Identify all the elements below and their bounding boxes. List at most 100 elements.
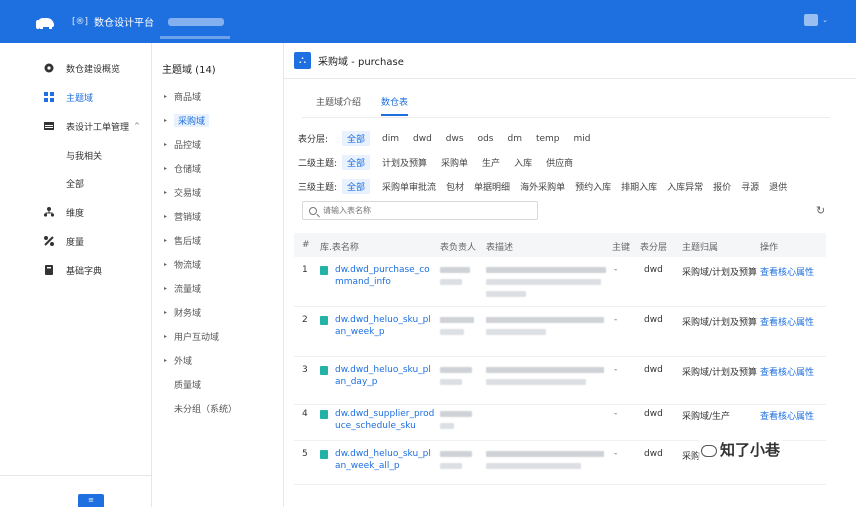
filter-option[interactable]: 全部 bbox=[342, 179, 371, 194]
table-row[interactable]: 3 dw.dwd_heluo_sku_plan_day_p - dwd 采购域/… bbox=[294, 357, 826, 405]
domain-item[interactable]: ▸ 售后域 bbox=[164, 231, 201, 249]
domain-label: 营销域 bbox=[174, 212, 202, 223]
nav-item-mine[interactable]: 与我相关 bbox=[0, 143, 152, 167]
nav-item-metric[interactable]: 度量 bbox=[0, 229, 152, 253]
column-header: 库.表名称 bbox=[320, 243, 359, 253]
search-box[interactable] bbox=[302, 201, 538, 220]
table-name-link[interactable]: dw.dwd_supplier_produce_schedule_sku bbox=[335, 408, 439, 432]
filter-option[interactable]: 单据明细 bbox=[474, 180, 510, 193]
collapse-button[interactable]: ≡ bbox=[78, 494, 104, 507]
user-menu[interactable]: ⌄ bbox=[804, 14, 828, 26]
filter-label: 表分层: bbox=[298, 135, 329, 145]
table-row[interactable]: 4 dw.dwd_supplier_produce_schedule_sku -… bbox=[294, 405, 826, 441]
subject-path: 采购域/计划及预算 bbox=[682, 318, 758, 328]
domain-item[interactable]: ▸ 交易域 bbox=[164, 183, 201, 201]
primary-key: - bbox=[614, 449, 618, 459]
search-icon bbox=[309, 206, 317, 215]
filter-option[interactable]: 排期入库 bbox=[621, 180, 657, 193]
table-name-link[interactable]: dw.dwd_purchase_command_info bbox=[335, 264, 435, 288]
table-icon bbox=[320, 366, 328, 375]
table-row[interactable]: 2 dw.dwd_heluo_sku_plan_week_p - dwd 采购域… bbox=[294, 307, 826, 357]
nav-item-all[interactable]: 全部 bbox=[0, 171, 152, 195]
domain-item[interactable]: ▸ 采购域 bbox=[164, 111, 210, 129]
tab-divider bbox=[302, 117, 830, 118]
domain-item[interactable]: ▸ 商品域 bbox=[164, 87, 201, 105]
filter-option[interactable]: dwd bbox=[413, 134, 432, 144]
refresh-icon[interactable]: ↻ bbox=[816, 204, 825, 217]
filter-option[interactable]: 海外采购单 bbox=[520, 180, 565, 193]
filter-option[interactable]: dm bbox=[507, 134, 521, 144]
filter-option[interactable]: 入库 bbox=[514, 156, 532, 169]
table-name-link[interactable]: dw.dwd_heluo_sku_plan_week_all_p bbox=[335, 448, 435, 472]
domain-item[interactable]: ▸ 外域 bbox=[164, 351, 192, 369]
filter-option[interactable]: mid bbox=[574, 134, 591, 144]
domain-label: 售后域 bbox=[174, 236, 202, 247]
domain-label: 用户互动域 bbox=[174, 332, 220, 343]
domain-item[interactable]: ▸ 用户互动域 bbox=[164, 327, 219, 345]
blurred-nav-item[interactable] bbox=[168, 17, 225, 26]
filter-option[interactable]: dim bbox=[382, 134, 399, 144]
app-title[interactable]: 数仓设计平台 bbox=[94, 14, 154, 29]
filter-option[interactable]: 采购单审批流 bbox=[382, 180, 436, 193]
nav-item-table-design[interactable]: 表设计工单管理 ^ bbox=[0, 114, 152, 138]
filter-option[interactable]: 全部 bbox=[342, 155, 371, 170]
filter-option[interactable]: 生产 bbox=[482, 156, 500, 169]
row-number: 2 bbox=[302, 315, 308, 325]
filter-option[interactable]: 退供 bbox=[769, 180, 787, 193]
column-header: 主题归属 bbox=[682, 243, 719, 253]
filter-option[interactable]: 报价 bbox=[713, 180, 731, 193]
filter-option[interactable]: 入库异常 bbox=[667, 180, 703, 193]
hierarchy-icon bbox=[44, 207, 54, 217]
nav-item-dimension[interactable]: 维度 bbox=[0, 200, 152, 224]
domain-label: 财务域 bbox=[174, 308, 202, 319]
domain-item[interactable]: ▸ 财务域 bbox=[164, 303, 201, 321]
domain-item[interactable]: ▸ 品控域 bbox=[164, 135, 201, 153]
left-nav: 数仓建设概览 主题域 表设计工单管理 ^ 与我相关 全部 维度 度量 基础字典 … bbox=[0, 43, 152, 507]
domain-label: 流量域 bbox=[174, 284, 202, 295]
view-properties-link[interactable]: 查看核心属性 bbox=[760, 365, 814, 378]
caret-right-icon: ▸ bbox=[164, 284, 168, 292]
filter-option[interactable]: 寻源 bbox=[741, 180, 759, 193]
filter-option[interactable]: dws bbox=[446, 134, 464, 144]
domain-label: 品控域 bbox=[174, 140, 202, 151]
tab-bar: 主题域介绍 数仓表 bbox=[316, 95, 409, 116]
filter-option[interactable]: 采购单 bbox=[441, 156, 468, 169]
tab-intro[interactable]: 主题域介绍 bbox=[316, 95, 361, 116]
nav-item-overview[interactable]: 数仓建设概览 bbox=[0, 56, 152, 80]
filter-option[interactable]: 计划及预算 bbox=[382, 156, 427, 169]
nav-item-dictionary[interactable]: 基础字典 bbox=[0, 258, 152, 282]
nav-label: 维度 bbox=[66, 208, 85, 219]
domain-item[interactable]: ▸ 营销域 bbox=[164, 207, 201, 225]
domain-item[interactable]: ▸ 物流域 bbox=[164, 255, 201, 273]
tab-tables[interactable]: 数仓表 bbox=[381, 95, 409, 116]
domain-item[interactable]: ▸ 仓储域 bbox=[164, 159, 201, 177]
nav-footer: ≡ bbox=[0, 475, 152, 507]
search-input[interactable] bbox=[323, 206, 523, 215]
elephant-logo-icon[interactable] bbox=[36, 15, 58, 29]
filter-option[interactable]: 供应商 bbox=[546, 156, 573, 169]
filter-option[interactable]: 包材 bbox=[446, 180, 464, 193]
row-number: 3 bbox=[302, 365, 308, 375]
nav-item-domain[interactable]: 主题域 bbox=[0, 85, 152, 109]
filter-option[interactable]: temp bbox=[536, 134, 560, 144]
domain-label: 质量域 bbox=[174, 380, 202, 391]
view-properties-link[interactable]: 查看核心属性 bbox=[760, 265, 814, 278]
avatar[interactable] bbox=[804, 14, 819, 26]
domain-item[interactable]: 质量域 bbox=[174, 375, 201, 393]
blurred-description bbox=[486, 291, 526, 297]
blurred-description bbox=[486, 267, 606, 273]
caret-right-icon: ▸ bbox=[164, 260, 168, 268]
primary-key: - bbox=[614, 315, 618, 325]
table-name-link[interactable]: dw.dwd_heluo_sku_plan_week_p bbox=[335, 314, 435, 338]
view-properties-link[interactable]: 查看核心属性 bbox=[760, 409, 814, 422]
blurred-description bbox=[486, 329, 546, 335]
filter-option[interactable]: 全部 bbox=[342, 131, 371, 146]
domain-item[interactable]: ▸ 流量域 bbox=[164, 279, 201, 297]
filter-option[interactable]: 预约入库 bbox=[575, 180, 611, 193]
table-name-link[interactable]: dw.dwd_heluo_sku_plan_day_p bbox=[335, 364, 435, 388]
blurred-owner bbox=[440, 463, 462, 469]
filter-option[interactable]: ods bbox=[478, 134, 494, 144]
view-properties-link[interactable]: 查看核心属性 bbox=[760, 315, 814, 328]
domain-item[interactable]: 未分组（系统） bbox=[174, 399, 237, 417]
table-row[interactable]: 1 dw.dwd_purchase_command_info - dwd 采购域… bbox=[294, 257, 826, 307]
